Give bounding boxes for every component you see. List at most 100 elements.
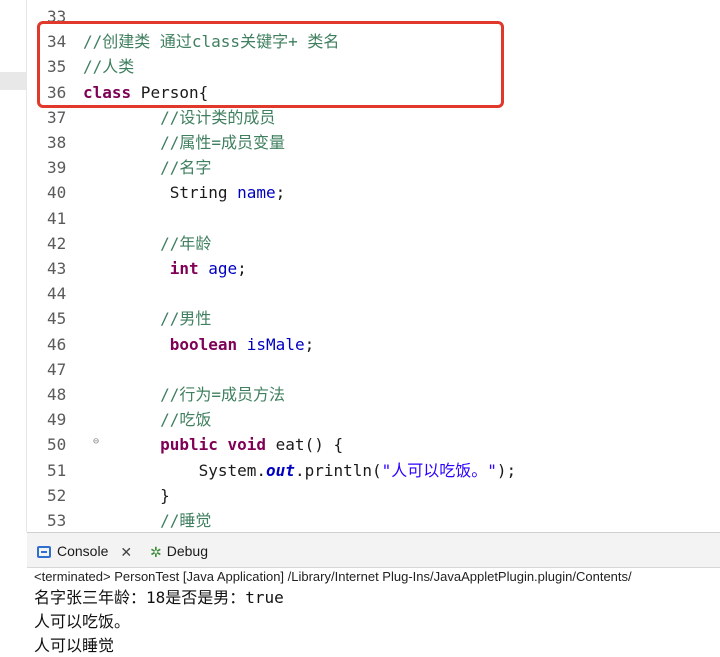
- console-icon: [37, 546, 51, 559]
- code-token: out: [266, 460, 295, 480]
- code-token: //属性=成员变量: [160, 133, 285, 152]
- gutter-marker: [0, 72, 26, 90]
- code-line[interactable]: 37 //设计类的成员: [27, 105, 720, 130]
- console-tab-bar: Console ✕ ✲ Debug: [27, 533, 720, 568]
- code-line[interactable]: 51 System.out.println("人可以吃饭。");: [27, 458, 720, 483]
- line-number: 49: [47, 410, 67, 430]
- code-text: //年龄: [83, 231, 211, 256]
- line-number: 45: [47, 309, 67, 329]
- code-token: int: [169, 259, 199, 278]
- code-token: ;: [304, 334, 315, 354]
- code-token: ;: [275, 183, 286, 203]
- code-text: String name;: [83, 180, 286, 205]
- line-number: 52: [47, 485, 67, 505]
- code-token: //男性: [160, 309, 212, 329]
- line-number: 44: [47, 284, 67, 304]
- code-text: System.out.println("人可以吃饭。");: [83, 458, 517, 483]
- code-line[interactable]: 46 boolean isMale;: [27, 332, 720, 357]
- code-line[interactable]: 38 //属性=成员变量: [27, 130, 720, 155]
- code-text: }: [83, 483, 170, 508]
- code-text: //名字: [83, 155, 211, 180]
- tab-debug[interactable]: ✲ Debug: [150, 541, 208, 561]
- code-text: //男性: [83, 306, 211, 331]
- terminated-status: <terminated> PersonTest [Java Applicatio…: [34, 569, 632, 584]
- code-token: name: [237, 183, 276, 203]
- code-text: //属性=成员变量: [83, 130, 285, 155]
- line-number: 48: [47, 385, 67, 404]
- line-number: 39: [47, 158, 67, 178]
- line-number: 43: [47, 259, 67, 278]
- line-number: 50: [47, 435, 67, 455]
- code-token: public: [160, 435, 218, 455]
- code-text: //吃饭: [83, 407, 211, 432]
- code-token: .println(: [294, 460, 382, 480]
- code-line[interactable]: 47: [27, 357, 720, 382]
- code-text: //行为=成员方法: [83, 382, 285, 407]
- code-token: System.: [83, 460, 267, 480]
- tab-console[interactable]: Console ✕: [37, 541, 132, 561]
- line-number: 40: [47, 183, 67, 203]
- tab-console-label: Console: [57, 543, 109, 559]
- code-token: //年龄: [160, 233, 212, 253]
- line-number: 37: [47, 107, 67, 127]
- code-token: boolean: [169, 334, 238, 354]
- code-token: isMale: [246, 334, 305, 354]
- code-token: ;: [237, 259, 247, 278]
- bug-icon: ✲: [150, 544, 162, 561]
- code-token: void: [227, 435, 267, 455]
- code-line[interactable]: 44: [27, 281, 720, 306]
- code-line[interactable]: 39 //名字: [27, 155, 720, 180]
- code-token: //行为=成员方法: [160, 385, 285, 404]
- code-line[interactable]: 52 }: [27, 483, 720, 508]
- code-line[interactable]: 49 //吃饭: [27, 407, 720, 432]
- code-line[interactable]: 40 String name;: [27, 180, 720, 205]
- code-line[interactable]: 53 //睡觉: [27, 508, 720, 532]
- line-number: 46: [47, 334, 67, 354]
- code-token: //吃饭: [160, 410, 212, 430]
- code-token: //名字: [160, 158, 212, 178]
- line-number: 42: [47, 233, 67, 253]
- code-token: String: [83, 183, 238, 203]
- code-token: }: [83, 485, 170, 505]
- left-margin: [0, 0, 27, 532]
- code-token: age: [208, 259, 238, 278]
- code-line[interactable]: 50 ⊖ public void eat() {: [27, 432, 720, 457]
- console-output-line: 人可以睡觉: [34, 636, 115, 655]
- line-number: 53: [47, 511, 67, 530]
- code-text: boolean isMale;: [83, 332, 315, 357]
- highlight-annotation-box: [37, 21, 504, 108]
- code-text: public void eat() {: [83, 432, 343, 457]
- line-number: 38: [47, 133, 67, 152]
- code-text: //睡觉: [83, 508, 211, 532]
- code-text: int age;: [83, 256, 247, 281]
- code-line[interactable]: 42 //年龄: [27, 231, 720, 256]
- code-text: //设计类的成员: [83, 105, 275, 130]
- close-icon[interactable]: ✕: [120, 542, 132, 562]
- code-line[interactable]: 43 int age;: [27, 256, 720, 281]
- console-output-line: 人可以吃饭。: [34, 612, 131, 631]
- code-token: );: [496, 460, 517, 480]
- console-output-line: 名字张三年龄：18是否是男：true: [34, 588, 284, 607]
- code-line[interactable]: 41: [27, 206, 720, 231]
- code-token: //设计类的成员: [160, 107, 276, 127]
- line-number: 51: [47, 460, 67, 480]
- code-line[interactable]: 45 //男性: [27, 306, 720, 331]
- code-token: "人可以吃饭。": [381, 460, 497, 480]
- console-panel: Console ✕ ✲ Debug <terminated> PersonTest …: [27, 532, 720, 655]
- tab-debug-label: Debug: [166, 543, 208, 559]
- code-line[interactable]: 48 //行为=成员方法: [27, 382, 720, 407]
